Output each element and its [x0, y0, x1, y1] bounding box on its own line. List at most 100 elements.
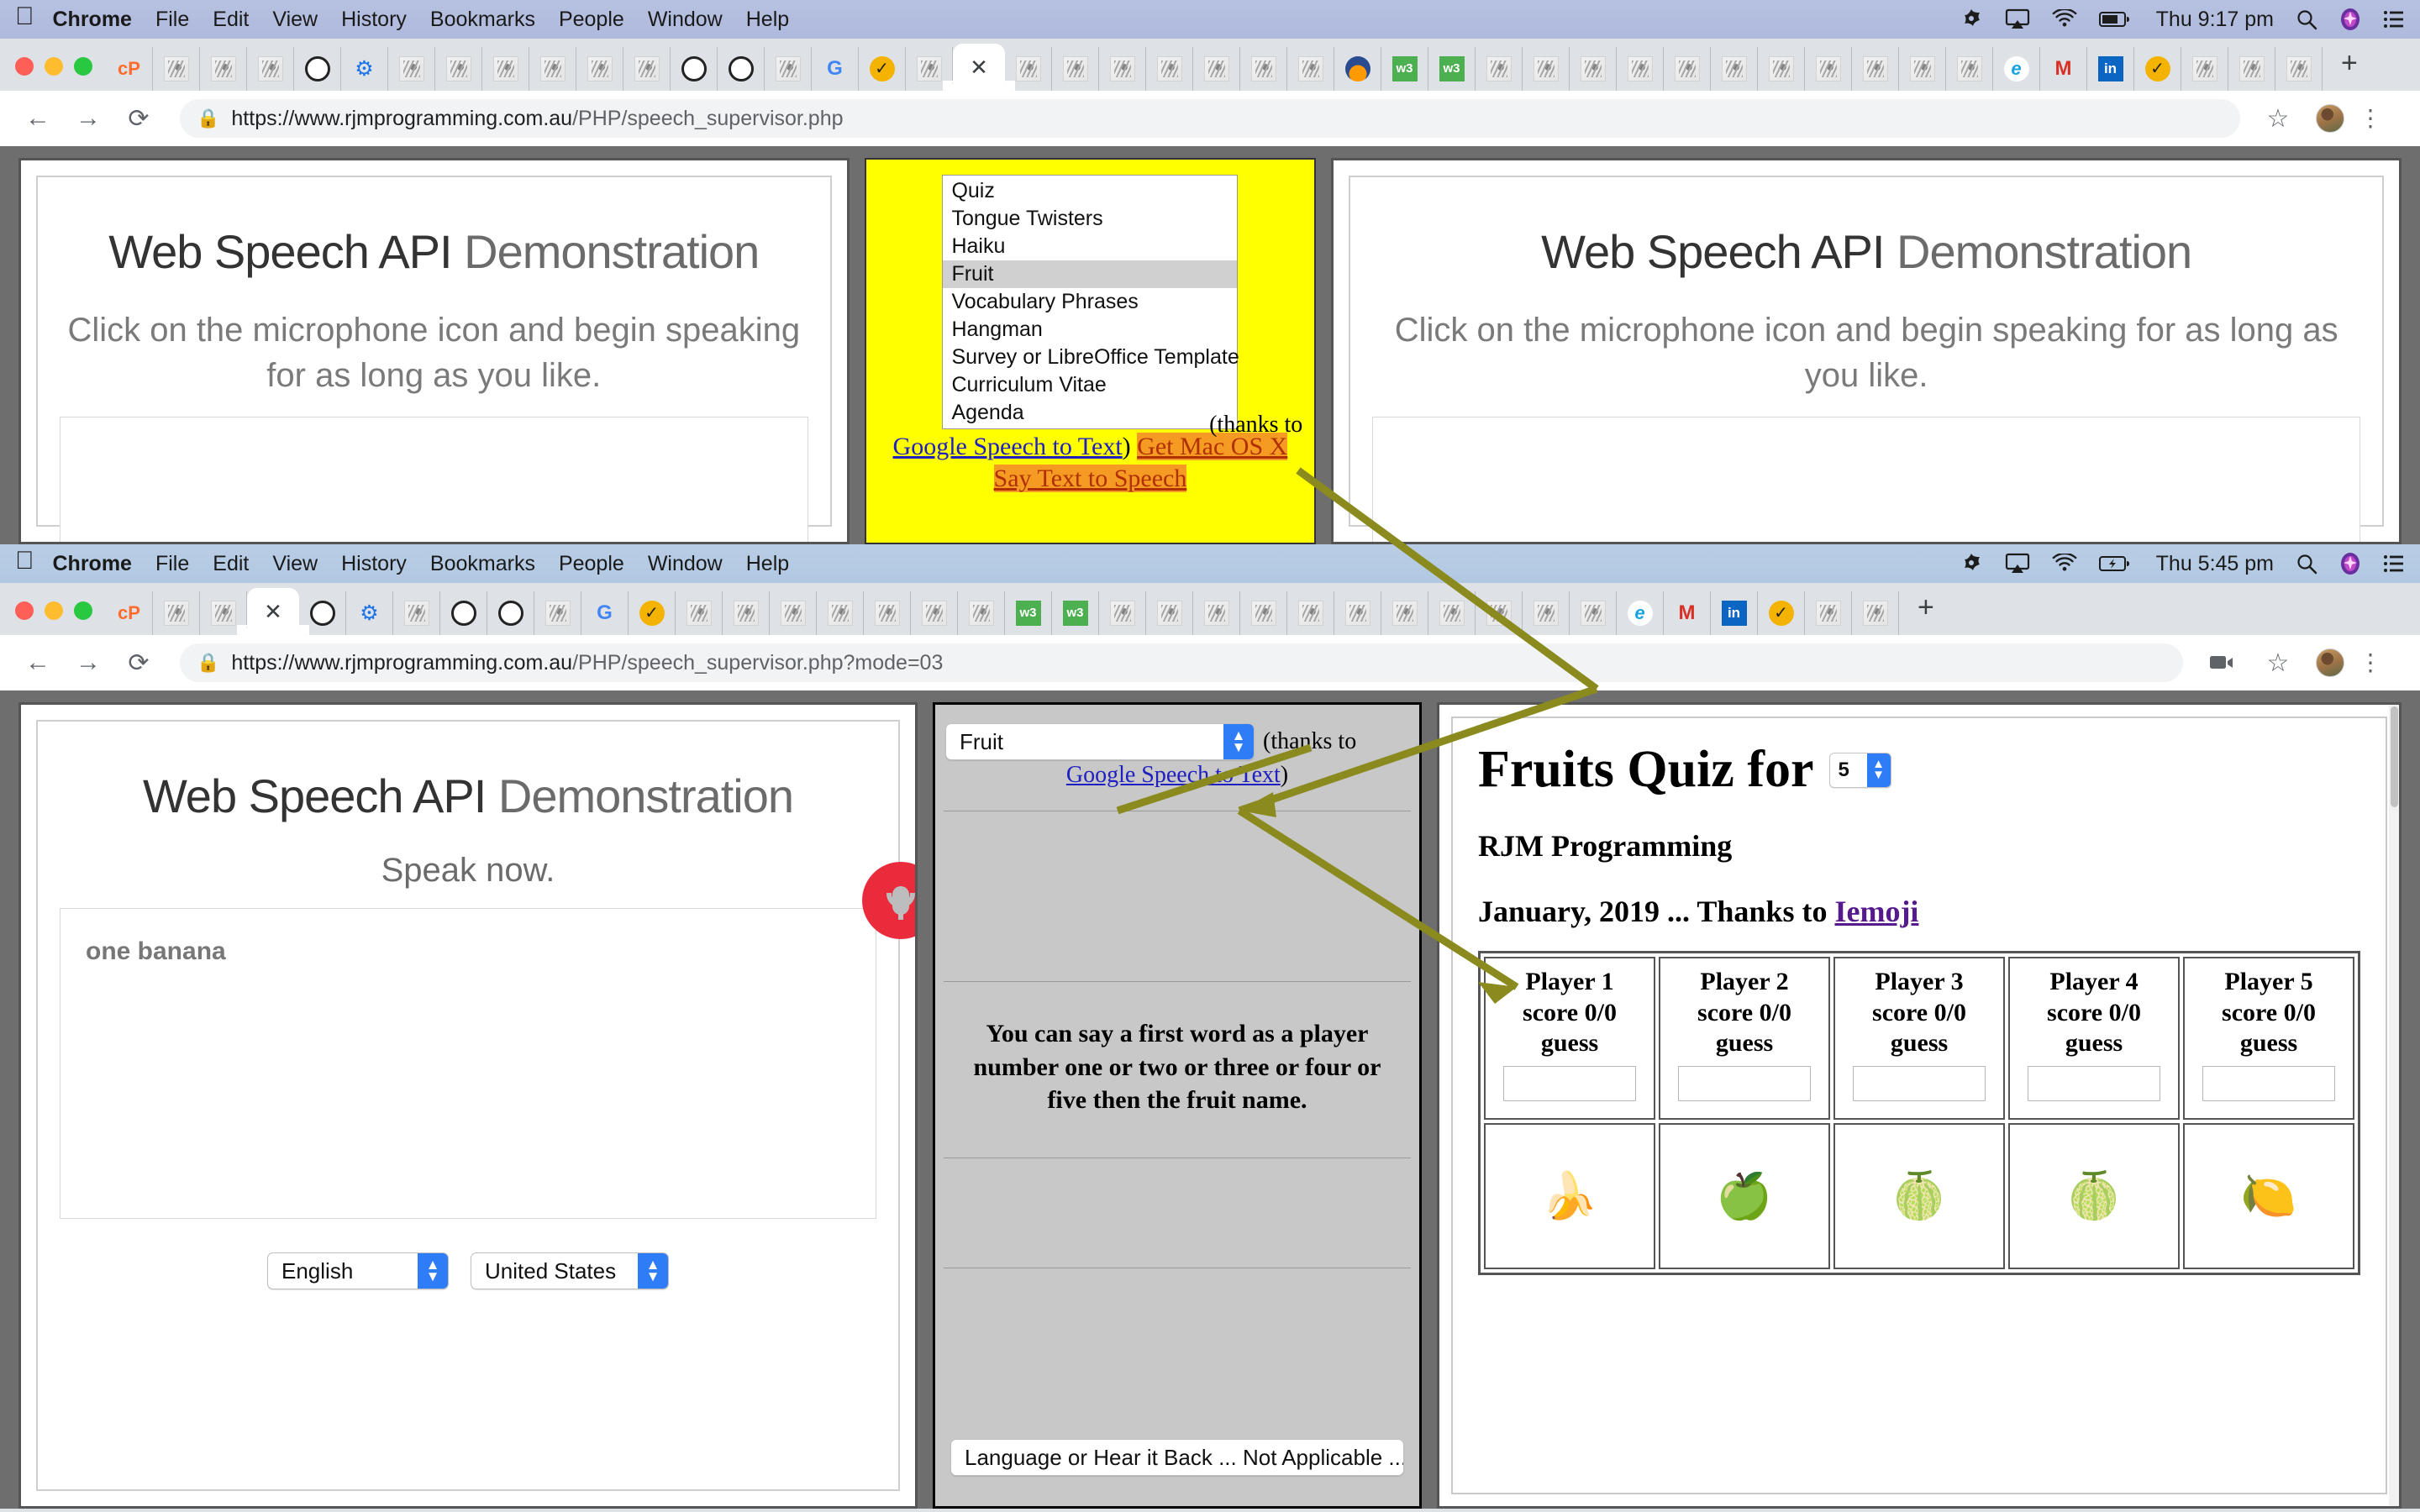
close-window-button[interactable]: [15, 57, 34, 76]
transcript-box-top-right[interactable]: [1372, 417, 2360, 542]
menu-item-help[interactable]: Help: [746, 8, 789, 32]
tab-8[interactable]: [482, 47, 529, 91]
tab-19[interactable]: w3: [1005, 591, 1052, 635]
tab-5[interactable]: ⚙: [341, 47, 388, 91]
tab-9[interactable]: [529, 47, 576, 91]
player-guess-input[interactable]: [2202, 1065, 2335, 1101]
menu-item-bookmarks-2[interactable]: Bookmarks: [430, 552, 535, 576]
tab-10[interactable]: G: [581, 591, 629, 635]
reload-button-2[interactable]: ⟳: [119, 643, 158, 682]
maximize-window-button-2[interactable]: [74, 601, 92, 620]
listbox-option-7[interactable]: Curriculum Vitae: [943, 371, 1237, 399]
airfoil-icon[interactable]: [1960, 8, 1983, 31]
bookmark-star-icon[interactable]: ☆: [2259, 99, 2297, 138]
menu-bar-clock[interactable]: Thu 9:17 pm: [2156, 8, 2274, 32]
tab-0[interactable]: cP: [106, 47, 153, 91]
transcript-box-top[interactable]: [60, 417, 808, 542]
language-select[interactable]: English ▲ ▼: [267, 1252, 449, 1289]
menu-item-people[interactable]: People: [559, 8, 624, 32]
tab-24[interactable]: [1240, 47, 1287, 91]
close-tab-icon[interactable]: ✕: [970, 55, 988, 81]
siri-icon-2[interactable]: [2339, 552, 2361, 575]
tab-26[interactable]: [1334, 591, 1381, 635]
siri-icon[interactable]: [2339, 8, 2361, 31]
menu-item-view[interactable]: View: [272, 8, 318, 32]
tab-14[interactable]: [765, 47, 812, 91]
tab-22[interactable]: [1146, 47, 1193, 91]
chrome-menu-icon[interactable]: ⋮: [2351, 99, 2390, 138]
tab-4[interactable]: [294, 47, 341, 91]
tab-45[interactable]: [2228, 47, 2275, 91]
window-controls-top[interactable]: [12, 57, 106, 91]
address-bar-top[interactable]: 🔒 https://www.rjmprogramming.com.au/PHP/…: [180, 99, 2240, 138]
tab-46[interactable]: [2275, 47, 2323, 91]
tab-3[interactable]: [247, 47, 294, 91]
tab-28[interactable]: [1428, 591, 1476, 635]
player-guess-input[interactable]: [2028, 1065, 2160, 1101]
listbox-option-4[interactable]: Vocabulary Phrases: [943, 288, 1237, 316]
tab-4[interactable]: [299, 591, 346, 635]
tab-5[interactable]: ⚙: [346, 591, 393, 635]
tab-22[interactable]: [1146, 591, 1193, 635]
google-speech-to-text-link[interactable]: Google Speech to Text: [1066, 762, 1281, 788]
new-tab-button-2[interactable]: +: [1899, 593, 1934, 635]
tab-active[interactable]: ✕: [943, 44, 1015, 91]
tab-15[interactable]: G: [812, 47, 859, 91]
tab-36[interactable]: [1805, 591, 1852, 635]
apple-menu-icon-2[interactable]: : [15, 549, 34, 574]
tabs-top[interactable]: cP ⚙ G ✓ ✕ w3 w3 e Min ✓: [106, 39, 2323, 91]
microphone-button[interactable]: [830, 862, 915, 963]
tab-10[interactable]: [576, 47, 623, 91]
tab-37[interactable]: [1852, 591, 1899, 635]
listbox-option-1[interactable]: Tongue Twisters: [943, 205, 1237, 233]
tab-30[interactable]: [1523, 47, 1570, 91]
player-guess-input[interactable]: [1678, 1065, 1811, 1101]
page-scrollbar[interactable]: [2389, 705, 2399, 1506]
menu-item-history-2[interactable]: History: [341, 552, 407, 576]
listbox-option-6[interactable]: Survey or LibreOffice Template: [943, 344, 1239, 371]
tab-13[interactable]: [718, 47, 765, 91]
tab-26[interactable]: [1334, 47, 1381, 91]
maximize-window-button[interactable]: [74, 57, 92, 76]
wifi-icon-2[interactable]: [2052, 554, 2077, 574]
tab-11[interactable]: ✓: [629, 591, 676, 635]
tab-25[interactable]: [1287, 591, 1334, 635]
window-controls-bottom[interactable]: [12, 601, 106, 635]
tab-33[interactable]: [1664, 47, 1711, 91]
tab-1[interactable]: [153, 591, 200, 635]
tab-7[interactable]: [440, 591, 487, 635]
tab-15[interactable]: [817, 591, 864, 635]
forward-button[interactable]: →: [69, 99, 108, 138]
tab-6[interactable]: [388, 47, 435, 91]
tab-37[interactable]: [1852, 47, 1899, 91]
forward-button-2[interactable]: →: [69, 643, 108, 682]
tab-38[interactable]: [1899, 47, 1946, 91]
battery-charging-icon[interactable]: [2098, 555, 2131, 572]
tab-23[interactable]: [1193, 591, 1240, 635]
tab-12[interactable]: [671, 47, 718, 91]
notification-center-icon[interactable]: [2383, 10, 2405, 29]
player-guess-input[interactable]: [1503, 1065, 1636, 1101]
menu-bar-clock-2[interactable]: Thu 5:45 pm: [2156, 552, 2274, 576]
tab-32[interactable]: [1617, 47, 1664, 91]
menu-item-history[interactable]: History: [341, 8, 407, 32]
tab-35[interactable]: ✓: [1758, 591, 1805, 635]
address-bar-bottom[interactable]: 🔒 https://www.rjmprogramming.com.au/PHP/…: [180, 643, 2183, 682]
tab-active[interactable]: ✕: [237, 588, 309, 635]
tab-39[interactable]: [1946, 47, 1993, 91]
notification-center-icon-2[interactable]: [2383, 554, 2405, 573]
menu-item-help-2[interactable]: Help: [746, 552, 789, 576]
tab-8[interactable]: [487, 591, 534, 635]
tab-34[interactable]: in: [1711, 591, 1758, 635]
topic-listbox[interactable]: Quiz Tongue Twisters Haiku Fruit Vocabulary …: [942, 175, 1239, 429]
minimize-window-button-2[interactable]: [45, 601, 63, 620]
tab-40[interactable]: e: [1993, 47, 2040, 91]
bookmark-star-icon-2[interactable]: ☆: [2259, 643, 2297, 682]
tab-20[interactable]: w3: [1052, 591, 1099, 635]
close-tab-icon[interactable]: ✕: [264, 599, 282, 625]
search-icon[interactable]: [2296, 8, 2317, 30]
menu-item-people-2[interactable]: People: [559, 552, 624, 576]
tab-9[interactable]: [534, 591, 581, 635]
tab-27[interactable]: w3: [1381, 47, 1428, 91]
chrome-menu-icon-2[interactable]: ⋮: [2351, 643, 2390, 682]
